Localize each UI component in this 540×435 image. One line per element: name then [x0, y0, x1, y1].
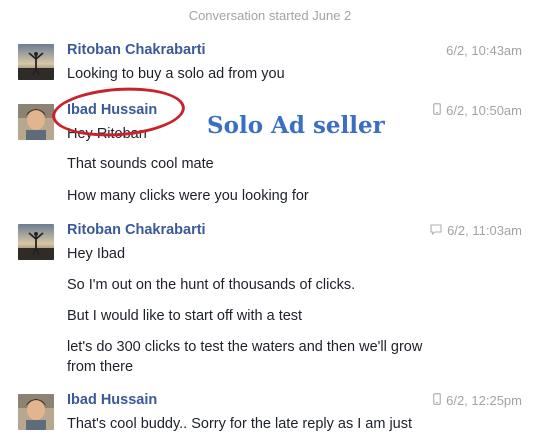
conversation-started-label: Conversation started June 2: [188, 8, 352, 23]
timestamp-text: 6/2, 10:43am: [446, 43, 522, 58]
message-timestamp: 6/2, 10:43am: [446, 43, 522, 58]
message-text: from there: [67, 359, 134, 375]
avatar-image: [18, 104, 54, 140]
avatar-ritoban[interactable]: [18, 44, 54, 80]
message-timestamp: 6/2, 12:25pm: [433, 393, 522, 408]
message-timestamp: 6/2, 11:03am: [430, 223, 522, 238]
message-text: That sounds cool mate: [67, 156, 214, 172]
message-timestamp: 6/2, 10:50am: [433, 103, 522, 118]
avatar-image: [18, 44, 54, 80]
timestamp-text: 6/2, 10:50am: [446, 103, 522, 118]
mobile-phone-icon: [433, 393, 441, 408]
message-text: That's cool buddy.. Sorry for the late r…: [67, 416, 413, 432]
message-text: How many clicks were you looking for: [67, 188, 309, 204]
avatar-ibad[interactable]: [18, 104, 54, 140]
message-text: But I would like to start off with a tes…: [67, 308, 303, 324]
chat-bubble-icon: [430, 223, 442, 238]
sender-name[interactable]: Ibad Hussain: [67, 392, 157, 408]
timestamp-text: 6/2, 11:03am: [447, 223, 522, 238]
avatar-ibad[interactable]: [18, 394, 54, 430]
sender-name[interactable]: Ritoban Chakrabarti: [67, 222, 206, 238]
avatar-image: [18, 394, 54, 430]
message-text: Hey Ibad: [67, 246, 126, 262]
avatar-ritoban[interactable]: [18, 224, 54, 260]
avatar-image: [18, 224, 54, 260]
mobile-phone-icon: [433, 103, 441, 118]
message-text: let's do 300 clicks to test the waters a…: [67, 339, 423, 355]
timestamp-text: 6/2, 12:25pm: [446, 393, 522, 408]
message-text: Looking to buy a solo ad from you: [67, 66, 285, 82]
sender-name[interactable]: Ritoban Chakrabarti: [67, 42, 206, 58]
annotation-circle: [50, 83, 187, 141]
message-text: So I'm out on the hunt of thousands of c…: [67, 277, 356, 293]
annotation-label: Solo Ad seller: [207, 112, 385, 139]
